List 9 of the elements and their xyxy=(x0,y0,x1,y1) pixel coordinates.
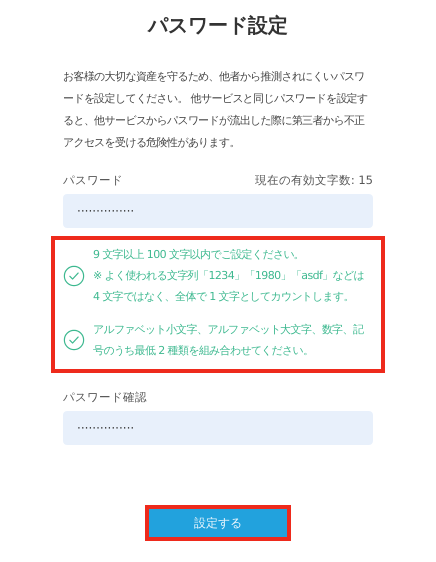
field-label: パスワード確認 xyxy=(63,389,147,405)
page-title: パスワード設定 xyxy=(146,12,289,39)
confirm-password-field[interactable]: ··············· xyxy=(63,411,373,445)
password-field[interactable]: ··············· xyxy=(63,194,373,228)
rule-text: アルファベット小文字、アルファベット大文字、数字、記号のうち最低 2 種類を組み合わせてください。 xyxy=(93,322,365,359)
rule-text: 9 文字以上 100 文字以内でご設定ください。 ※ よく使われる文字列「1234」「1980」「asdf」などは 4 文字ではなく、全体で 1 文字としてカウントします。 xyxy=(93,247,365,305)
description: お客様の大切な資産を守るため、他者から推測されにくいパスワードを設定してください。 他サービスと同じパスワードを設定すると、他サービスからパスワードが流出した際に第三者から不正アクセスを受ける危険性があります。 xyxy=(63,69,368,151)
field-label: パスワード xyxy=(63,172,123,188)
character-count: 現在の有効文字数: 15 xyxy=(254,172,373,188)
